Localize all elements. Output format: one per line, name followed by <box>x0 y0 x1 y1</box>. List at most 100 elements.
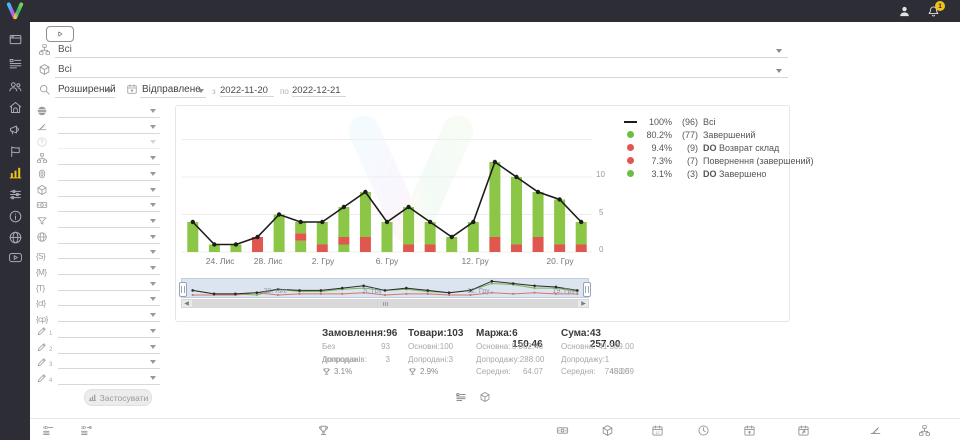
toolbar-payments-icon[interactable] <box>556 424 569 437</box>
toolbar-structure-icon[interactable] <box>918 424 931 437</box>
stat-value: 6 150.46 <box>512 328 543 341</box>
sidebar-item-orders[interactable] <box>0 53 30 73</box>
medium-filter-caret-icon[interactable] <box>150 266 156 270</box>
custom-field-2-select[interactable] <box>58 341 160 354</box>
term-filter-caret-icon[interactable] <box>150 282 156 286</box>
legend-count: (7) <box>672 156 698 166</box>
term-filter-select[interactable] <box>58 278 160 291</box>
product-filter-caret-icon[interactable] <box>776 69 782 73</box>
sidebar-item-video[interactable] <box>0 247 30 267</box>
sidebar-item-funnels[interactable] <box>0 141 30 161</box>
identity-filter-select[interactable] <box>58 168 160 181</box>
legend-item[interactable]: 80.2%(77)Завершений <box>624 128 814 141</box>
toolbar-calendar-day-icon[interactable]: 17 <box>651 424 664 437</box>
funnel-filter-select[interactable] <box>58 215 160 228</box>
geo-filter-select[interactable] <box>58 231 160 244</box>
view-toggle-product-view[interactable] <box>479 391 491 403</box>
toolbar-time-icon[interactable] <box>697 424 710 437</box>
payment-filter-caret-icon[interactable] <box>150 203 156 207</box>
app-logo[interactable] <box>3 1 27 21</box>
sidebar-item-promotion[interactable] <box>0 119 30 139</box>
navigator-left-handle[interactable] <box>179 282 187 297</box>
funnel-filter-caret-icon[interactable] <box>150 219 156 223</box>
sidebar-item-dashboard[interactable] <box>0 29 30 49</box>
orders-stacked-bar-chart[interactable] <box>182 106 592 256</box>
scrollbar-right-arrow[interactable]: ▶ <box>579 300 588 307</box>
sidebar-item-customers[interactable] <box>0 76 30 96</box>
product-filter-caret-icon[interactable] <box>150 188 156 192</box>
tour-play-button[interactable] <box>46 26 74 42</box>
medium-filter-select[interactable] <box>58 262 160 275</box>
legend-item[interactable]: 3.1%(3)DO Завершено <box>624 167 814 180</box>
structure-filter-caret-icon[interactable] <box>150 156 156 160</box>
toolbar-upsell-cup-icon[interactable] <box>317 424 330 437</box>
toolbar-id-list-icon[interactable]: ID <box>42 424 55 437</box>
level-filter-caret-icon[interactable] <box>150 125 156 129</box>
toolbar-id-link-icon[interactable]: ID <box>80 424 93 437</box>
geo-filter-caret-icon[interactable] <box>150 235 156 239</box>
product-filter-icon <box>36 184 48 196</box>
source-filter-caret-icon[interactable] <box>150 250 156 254</box>
toolbar-products-icon[interactable] <box>601 424 614 437</box>
structure-filter-select[interactable] <box>58 152 160 165</box>
legend-label: Повернення (завершений) <box>703 156 814 166</box>
payment-filter-select[interactable] <box>58 199 160 212</box>
content-filter-1-caret-icon[interactable] <box>150 297 156 301</box>
toolbar-levels-icon[interactable] <box>869 424 882 437</box>
legend-item[interactable]: 100%(96)Всі <box>624 115 814 128</box>
date-to-input[interactable]: 2022-12-21 <box>292 85 346 97</box>
level-filter-select[interactable] <box>58 121 160 134</box>
source-filter-select[interactable] <box>58 246 160 259</box>
legend-item[interactable]: 9.4%(9)DO Возврат склад <box>624 141 814 154</box>
unknown-filter-select[interactable] <box>58 136 160 149</box>
stat-column: Товари:103Основні:100Допродані:32.9% <box>408 328 452 376</box>
status-filter-caret-icon[interactable] <box>150 109 156 113</box>
date-from-input[interactable]: 2022-11-20 <box>220 85 274 97</box>
x-axis-tick: 6. Гру <box>376 256 398 266</box>
date-field-underline[interactable] <box>140 84 206 98</box>
custom-field-4-select[interactable] <box>58 372 160 385</box>
sidebar-item-integrations[interactable] <box>0 227 30 247</box>
top-header-bar <box>0 0 960 22</box>
chart-scrollbar[interactable]: ◀ ▶ <box>181 299 589 308</box>
user-avatar[interactable] <box>898 5 911 18</box>
custom-field-3-icon: 3 <box>36 356 52 368</box>
status-filter-select[interactable] <box>58 105 160 118</box>
source-filter-caret-icon[interactable] <box>776 49 782 53</box>
unknown-filter-icon <box>36 136 48 148</box>
sidebar-item-statistics[interactable] <box>0 162 30 182</box>
product-filter-select[interactable] <box>58 184 160 197</box>
navigator-right-handle[interactable] <box>583 282 591 297</box>
y-axis-tick: 5 <box>599 208 603 217</box>
scrollbar-thumb[interactable] <box>192 300 578 307</box>
chart-card: 0510 24. Лис28. Лис2. Гру6. Гру12. Гру20… <box>175 105 790 322</box>
custom-field-4-caret-icon[interactable] <box>150 376 156 380</box>
chart-navigator[interactable]: 28. Лис5. Гру12. Гру19. Гру <box>181 278 589 298</box>
custom-field-1-select[interactable] <box>58 325 160 338</box>
sidebar-item-info[interactable] <box>0 206 30 226</box>
legend-item[interactable]: 7.3%(7)Повернення (завершений) <box>624 154 814 167</box>
toolbar-calendar-sent-icon[interactable] <box>743 424 756 437</box>
search-mode-underline[interactable] <box>55 84 115 98</box>
content-filter-1-select[interactable] <box>58 293 160 306</box>
stat-row-label: Основна: <box>476 341 510 354</box>
content-filter-2-select[interactable] <box>58 309 160 322</box>
scrollbar-left-arrow[interactable]: ◀ <box>182 300 191 307</box>
view-toggle-list-view[interactable] <box>455 391 467 403</box>
content-filter-2-caret-icon[interactable] <box>150 313 156 317</box>
unknown-filter-caret-icon[interactable] <box>150 140 156 144</box>
sidebar-item-settings[interactable] <box>0 184 30 204</box>
apply-filters-button[interactable]: Застосувати <box>84 389 152 406</box>
custom-field-1-caret-icon[interactable] <box>150 329 156 333</box>
custom-field-3-select[interactable] <box>58 356 160 369</box>
sidebar-item-warehouse[interactable] <box>0 97 30 117</box>
toolbar-calendar-export-icon[interactable] <box>797 424 810 437</box>
identity-filter-caret-icon[interactable] <box>150 172 156 176</box>
custom-field-3-caret-icon[interactable] <box>150 360 156 364</box>
stat-title: Товари: <box>408 328 447 341</box>
stat-title: Замовлення: <box>322 328 386 341</box>
source-filter-underline[interactable] <box>55 44 788 58</box>
custom-field-2-caret-icon[interactable] <box>150 345 156 349</box>
product-filter-underline[interactable] <box>55 64 788 78</box>
notifications-bell[interactable]: 1 <box>927 5 940 18</box>
